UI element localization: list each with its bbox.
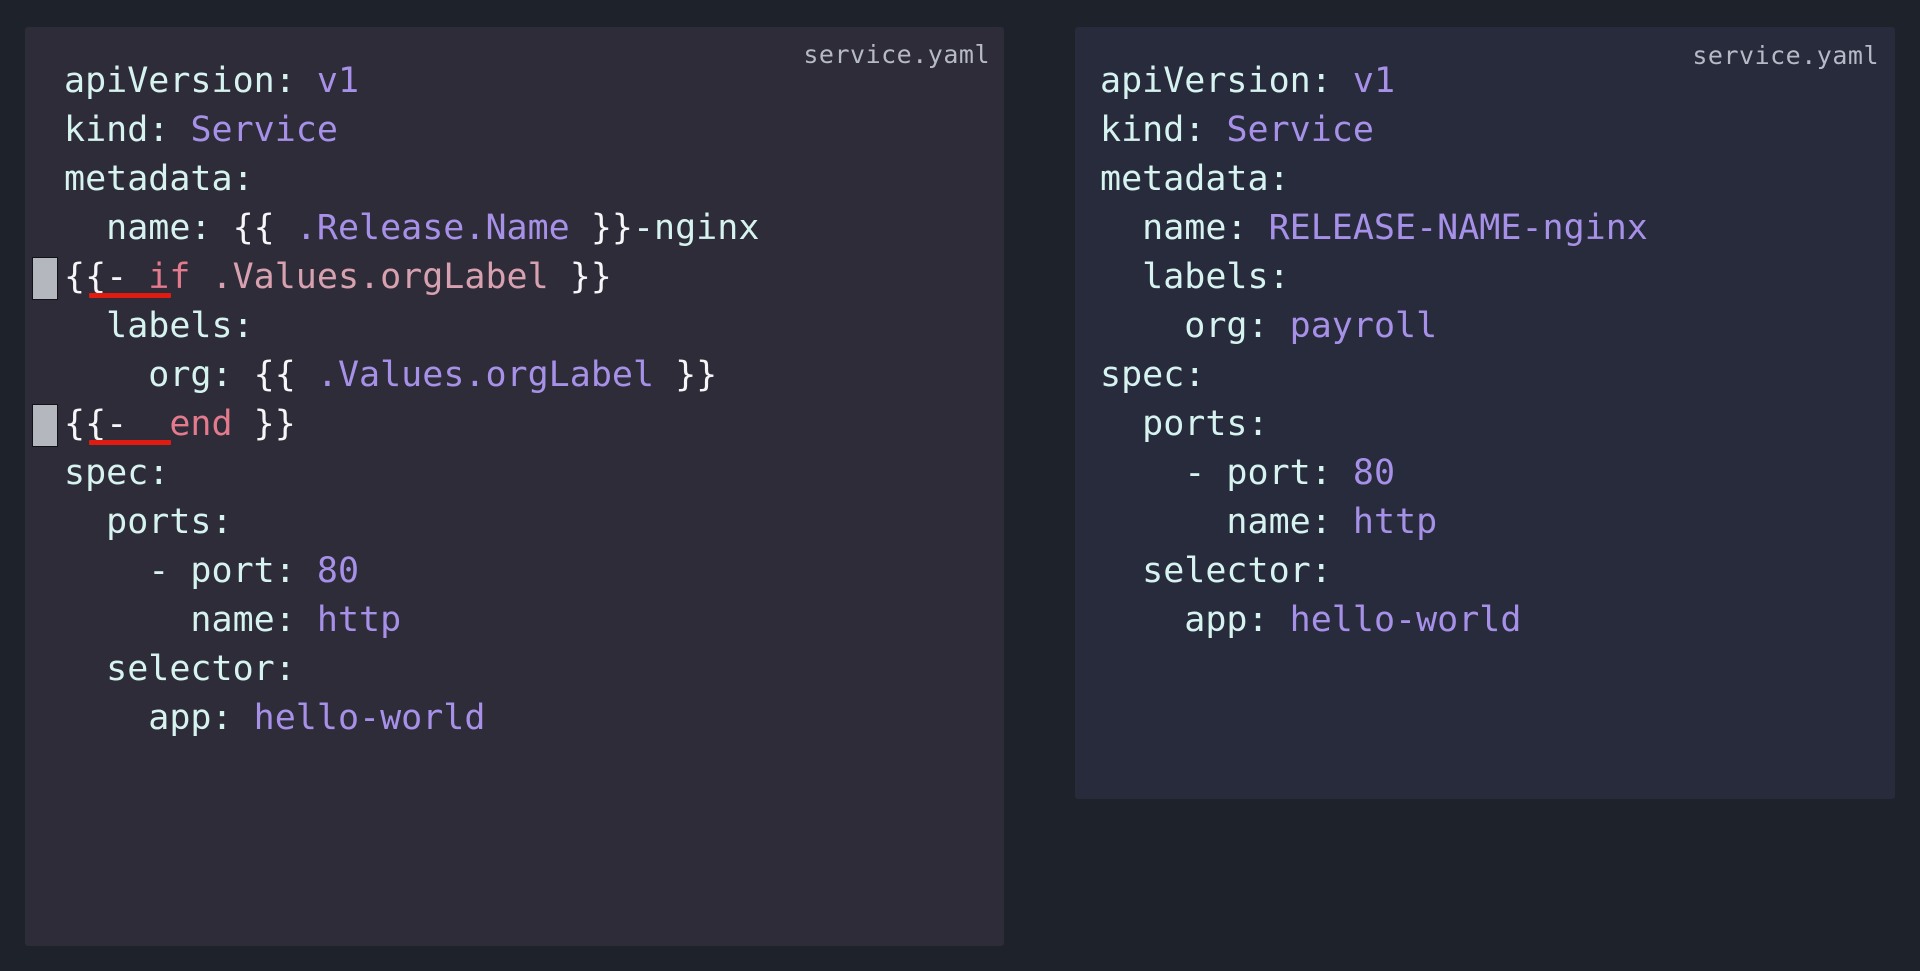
- code-token: 80: [1352, 453, 1396, 493]
- code-line[interactable]: metadata:: [1075, 155, 1895, 204]
- code-token: kind:: [1100, 110, 1227, 150]
- code-token: selector:: [64, 649, 296, 689]
- code-token: .Values.orgLabel: [295, 355, 676, 395]
- code-token: - port:: [1100, 453, 1353, 493]
- code-line[interactable]: org: payroll: [1075, 302, 1895, 351]
- code-body-template[interactable]: apiVersion: v1 kind: Service metadata: nam…: [25, 27, 1004, 743]
- code-line[interactable]: labels:: [25, 302, 1004, 351]
- code-token: http: [1352, 502, 1438, 542]
- code-token: app:: [64, 698, 254, 738]
- code-token: hello-world: [1289, 600, 1522, 640]
- code-token: http: [316, 600, 402, 640]
- code-line[interactable]: apiVersion: v1: [25, 57, 1004, 106]
- code-token: }}: [253, 404, 296, 444]
- error-underline: [89, 293, 171, 298]
- code-token: app:: [1100, 600, 1290, 640]
- screenshot-stage: service.yaml apiVersion: v1 kind: Service…: [0, 0, 1920, 971]
- code-line[interactable]: name: {{ .Release.Name }}-nginx: [25, 204, 1004, 253]
- code-token: hello-world: [253, 698, 486, 738]
- code-token: }}: [675, 355, 718, 395]
- code-line[interactable]: spec:: [25, 449, 1004, 498]
- code-token: v1: [1352, 61, 1396, 101]
- code-line[interactable]: apiVersion: v1: [1075, 57, 1895, 106]
- code-token: selector:: [1100, 551, 1332, 591]
- error-underline: [89, 440, 171, 445]
- code-token: {{: [253, 355, 296, 395]
- code-token: -nginx: [632, 208, 760, 248]
- code-line[interactable]: ports:: [1075, 400, 1895, 449]
- code-token: labels:: [64, 306, 254, 346]
- code-body-rendered[interactable]: apiVersion: v1 kind: Service metadata: nam…: [1075, 27, 1895, 645]
- code-line[interactable]: {{- end }}: [25, 400, 1004, 449]
- code-line[interactable]: selector:: [1075, 547, 1895, 596]
- code-token: labels:: [1100, 257, 1290, 297]
- code-token: name:: [1100, 208, 1269, 248]
- code-token: spec:: [1100, 355, 1206, 395]
- rendered-manifest-code-panel[interactable]: service.yaml apiVersion: v1 kind: Service…: [1075, 27, 1895, 799]
- code-line[interactable]: name: RELEASE-NAME-nginx: [1075, 204, 1895, 253]
- code-token: }}: [590, 208, 633, 248]
- code-token: if: [127, 257, 191, 297]
- code-token: }}: [569, 257, 612, 297]
- code-token: {{-: [64, 257, 128, 297]
- code-line[interactable]: name: http: [25, 596, 1004, 645]
- code-line[interactable]: selector:: [25, 645, 1004, 694]
- code-token: v1: [316, 61, 360, 101]
- code-line[interactable]: kind: Service: [25, 106, 1004, 155]
- code-token: - port:: [64, 551, 317, 591]
- code-token: spec:: [64, 453, 170, 493]
- code-token: end: [127, 404, 233, 444]
- code-token: .Values.orgLabel: [190, 257, 570, 297]
- helm-template-code-panel[interactable]: service.yaml apiVersion: v1 kind: Service…: [25, 27, 1004, 946]
- code-token: RELEASE-NAME-nginx: [1268, 208, 1648, 248]
- code-line[interactable]: labels:: [1075, 253, 1895, 302]
- code-line[interactable]: metadata:: [25, 155, 1004, 204]
- code-token: {{: [232, 208, 275, 248]
- code-token: kind:: [64, 110, 191, 150]
- code-line[interactable]: app: hello-world: [1075, 596, 1895, 645]
- code-token: ports:: [1100, 404, 1269, 444]
- code-line[interactable]: org: {{ .Values.orgLabel }}: [25, 351, 1004, 400]
- code-line[interactable]: ports:: [25, 498, 1004, 547]
- line-change-marker-icon: [32, 257, 58, 300]
- code-token: .Release.Name: [274, 208, 591, 248]
- code-token: org:: [64, 355, 254, 395]
- code-token: Service: [190, 110, 338, 150]
- line-change-marker-icon: [32, 404, 58, 447]
- code-token: metadata:: [1100, 159, 1290, 199]
- code-line[interactable]: app: hello-world: [25, 694, 1004, 743]
- code-token: org:: [1100, 306, 1290, 346]
- code-line[interactable]: - port: 80: [25, 547, 1004, 596]
- code-line[interactable]: spec:: [1075, 351, 1895, 400]
- code-token: metadata:: [64, 159, 254, 199]
- code-token: name:: [64, 208, 233, 248]
- code-token: {{-: [64, 404, 128, 444]
- code-line[interactable]: - port: 80: [1075, 449, 1895, 498]
- code-token: apiVersion:: [64, 61, 317, 101]
- code-token: 80: [316, 551, 360, 591]
- code-line[interactable]: name: http: [1075, 498, 1895, 547]
- code-token: Service: [1226, 110, 1374, 150]
- code-token: name:: [64, 600, 317, 640]
- code-line[interactable]: {{- if .Values.orgLabel }}: [25, 253, 1004, 302]
- code-line[interactable]: kind: Service: [1075, 106, 1895, 155]
- code-token: apiVersion:: [1100, 61, 1353, 101]
- code-token: payroll: [1289, 306, 1438, 346]
- code-token: name:: [1100, 502, 1353, 542]
- code-token: ports:: [64, 502, 233, 542]
